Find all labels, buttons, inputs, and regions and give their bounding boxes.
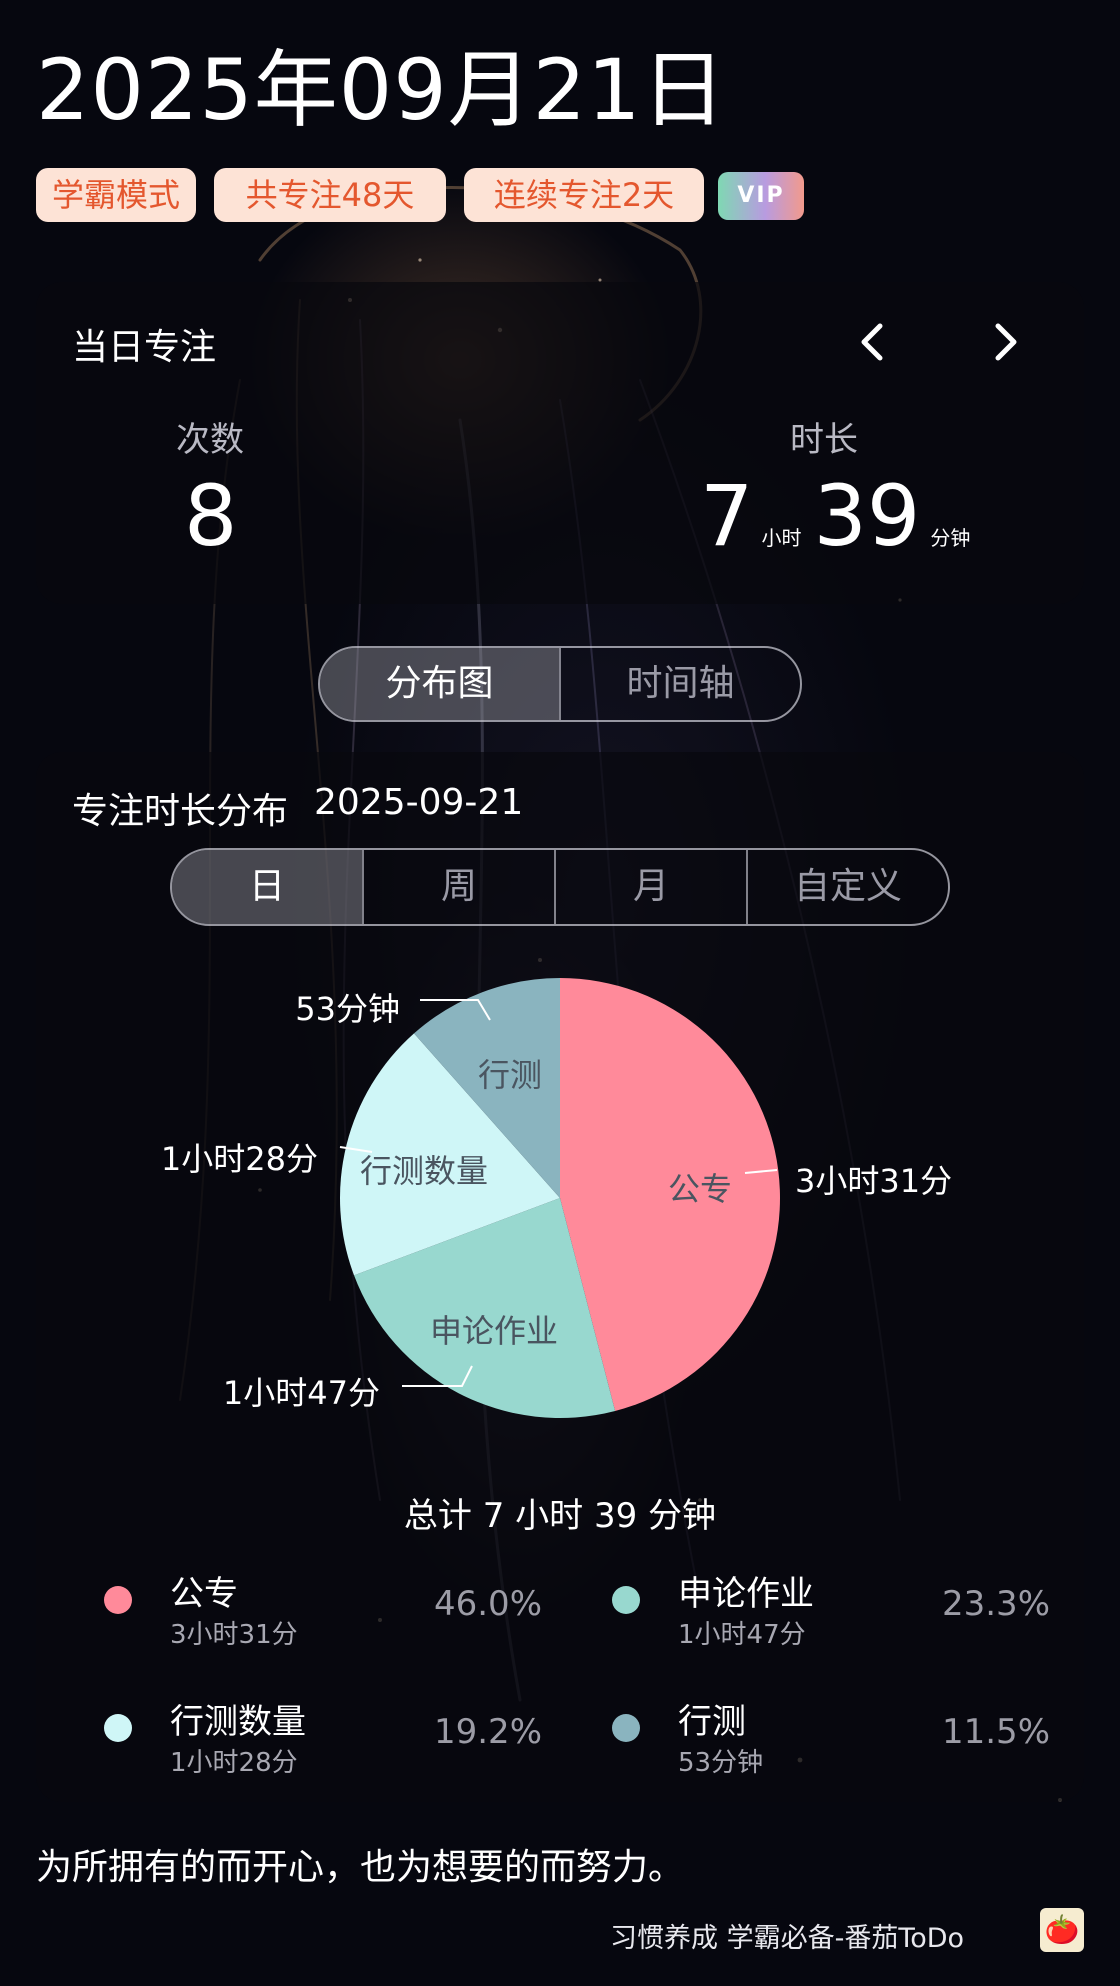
motivational-quote: 为所拥有的而开心，也为想要的而努力。 [36,1847,685,1888]
legend-percent-3: 11.5% [941,1712,1050,1752]
legend-percent-0: 46.0% [433,1584,542,1624]
legend-time-1: 1小时47分 [678,1620,806,1650]
legend-dot-3 [612,1714,640,1742]
legend-dot-0 [104,1586,132,1614]
legend-name-3: 行测 [678,1702,746,1742]
legend-time-2: 1小时28分 [170,1748,298,1778]
pie-value-label-1: 1小时47分 [223,1374,380,1412]
legend-name-1: 申论作业 [678,1574,814,1614]
tomato-icon: 🍅 [1040,1908,1084,1952]
pie-slice-label-1: 申论作业 [430,1312,558,1350]
legend-name-2: 行测数量 [170,1702,306,1742]
footer-brand: 习惯养成 学霸必备-番茄ToDo [610,1923,965,1954]
pie-value-label-2: 1小时28分 [161,1140,318,1178]
legend-percent-2: 19.2% [433,1712,542,1752]
legend-name-0: 公专 [170,1574,238,1614]
pie-slice-label-3: 行测 [478,1056,542,1094]
pie-value-label-3: 53分钟 [295,990,400,1028]
legend-dot-2 [104,1714,132,1742]
legend-percent-1: 23.3% [941,1584,1050,1624]
total-summary: 总计 7 小时 39 分钟 [403,1496,717,1536]
pie-slice-label-2: 行测数量 [360,1152,488,1190]
legend-time-0: 3小时31分 [170,1620,298,1650]
legend-time-3: 53分钟 [678,1748,764,1778]
legend-dot-1 [612,1586,640,1614]
pie-slice-label-0: 公专 [668,1170,732,1208]
pie-value-label-0: 3小时31分 [795,1162,952,1200]
pie-chart: 公专 3小时31分申论作业 1小时47分 行测数量 1小时28分 行测 53分钟 [161,978,952,1418]
